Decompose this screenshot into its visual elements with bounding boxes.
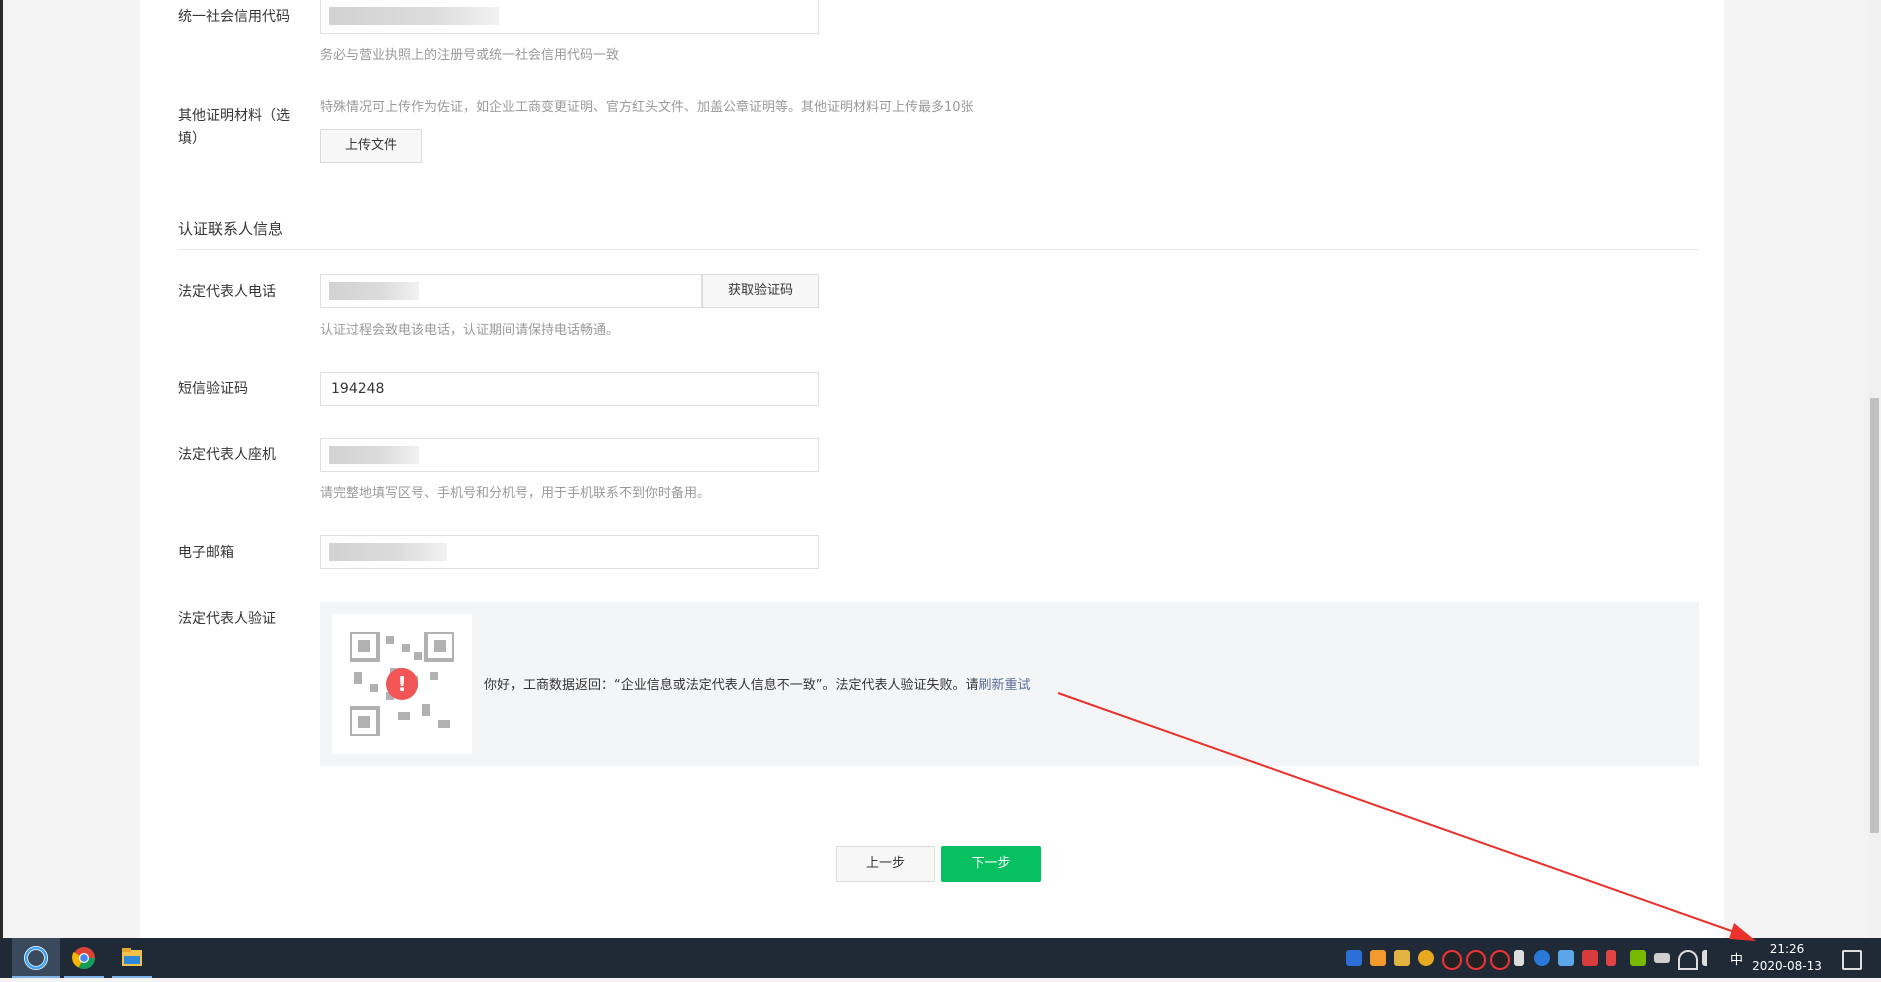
clock[interactable]: 21:26 2020-08-13 — [1750, 941, 1824, 975]
tray-icon-1[interactable] — [1346, 950, 1362, 966]
refresh-retry-link[interactable]: 刷新重试 — [978, 678, 1030, 693]
other-materials-label-line1: 其他证明材料（选 — [178, 108, 290, 124]
notification-icon[interactable] — [1842, 950, 1862, 970]
scrollbar[interactable] — [1868, 0, 1881, 938]
taskbar-app-explorer[interactable] — [108, 938, 156, 978]
verify-label: 法定代表人验证 — [178, 611, 276, 627]
volume-icon[interactable] — [1702, 950, 1723, 966]
prev-step-button[interactable]: 上一步 — [836, 846, 935, 882]
redacted-value — [329, 543, 447, 561]
contact-section-title: 认证联系人信息 — [178, 220, 284, 238]
redacted-value — [329, 7, 499, 25]
other-materials-label-line2: 填） — [178, 131, 206, 147]
file-explorer-icon — [122, 948, 142, 966]
credit-code-label: 统一社会信用代码 — [178, 9, 290, 25]
section-divider — [178, 249, 1699, 250]
phone-hint: 认证过程会致电该电话，认证期间请保持电话畅通。 — [320, 323, 620, 338]
usb-icon[interactable] — [1514, 950, 1524, 966]
nvidia-icon[interactable] — [1630, 950, 1646, 966]
qq-icon[interactable] — [1442, 950, 1462, 970]
verify-message: 你好，工商数据返回：“企业信息或法定代表人信息不一致”。法定代表人验证失败。请刷… — [484, 674, 1031, 693]
other-materials-hint: 特殊情况可上传作为佐证，如企业工商变更证明、官方红头文件、加盖公章证明等。其他证… — [320, 100, 974, 115]
tray-icon-2[interactable] — [1370, 950, 1386, 966]
qr-code-container: ! — [332, 614, 472, 754]
browser-icon — [24, 946, 48, 970]
upload-file-button[interactable]: 上传文件 — [320, 129, 422, 163]
tray-icon-red[interactable] — [1582, 950, 1598, 966]
email-label: 电子邮箱 — [178, 545, 234, 561]
taskbar-app-chrome[interactable] — [60, 938, 108, 978]
battery-icon[interactable] — [1654, 953, 1670, 963]
chrome-icon — [72, 947, 95, 969]
taskbar: 中 21:26 2020-08-13 — [0, 938, 1881, 978]
page-right-margin — [1724, 0, 1881, 938]
ime-indicator[interactable]: 中 — [1730, 949, 1743, 968]
clock-date: 2020-08-13 — [1752, 959, 1822, 973]
get-code-button[interactable]: 获取验证码 — [702, 274, 819, 308]
wifi-icon[interactable] — [1678, 950, 1698, 970]
phone-label: 法定代表人电话 — [178, 284, 276, 300]
landline-hint: 请完整地填写区号、手机号和分机号，用于手机联系不到你时备用。 — [320, 486, 711, 501]
landline-label: 法定代表人座机 — [178, 447, 276, 463]
tray-icon-g[interactable] — [1418, 950, 1434, 966]
qq-icon[interactable] — [1490, 950, 1510, 970]
redacted-value — [329, 446, 419, 464]
taskbar-app-browser[interactable] — [12, 938, 60, 978]
redacted-value — [329, 282, 419, 300]
credit-code-hint: 务必与营业执照上的注册号或统一社会信用代码一致 — [320, 48, 620, 63]
verify-message-text: 你好，工商数据返回：“企业信息或法定代表人信息不一致”。法定代表人验证失败。请 — [484, 678, 979, 693]
speaker-muted-icon[interactable] — [1606, 950, 1616, 966]
email-input[interactable] — [320, 535, 819, 569]
next-step-button[interactable]: 下一步 — [941, 846, 1041, 882]
phone-input[interactable] — [320, 274, 702, 308]
bluetooth-icon[interactable] — [1534, 950, 1550, 966]
landline-input[interactable] — [320, 438, 819, 472]
sms-code-label: 短信验证码 — [178, 381, 248, 397]
error-icon: ! — [386, 668, 418, 700]
credit-code-input[interactable] — [320, 0, 819, 34]
clock-time: 21:26 — [1769, 942, 1805, 956]
qq-icon[interactable] — [1466, 950, 1486, 970]
sms-code-input[interactable]: 194248 — [320, 372, 819, 406]
page-left-margin — [3, 0, 140, 938]
shield-icon[interactable] — [1394, 950, 1410, 966]
tray-icon-display[interactable] — [1558, 950, 1574, 966]
verify-panel: ! 你好，工商数据返回：“企业信息或法定代表人信息不一致”。法定代表人验证失败。… — [320, 602, 1699, 766]
scrollbar-thumb[interactable] — [1870, 398, 1879, 833]
